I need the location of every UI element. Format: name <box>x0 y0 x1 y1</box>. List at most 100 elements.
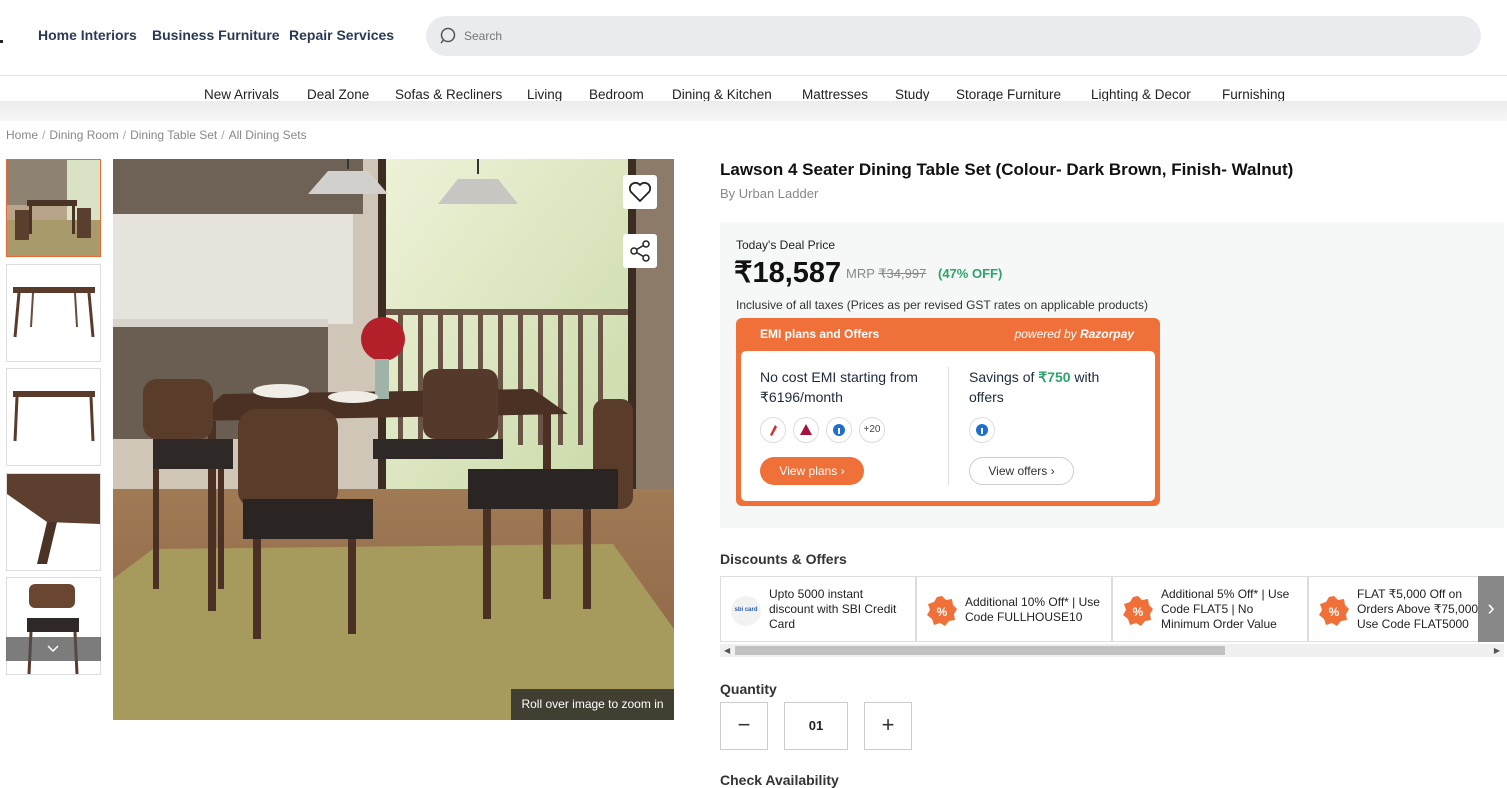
bank-logo-2 <box>793 417 819 443</box>
offers-next-button[interactable]: › <box>1478 576 1504 642</box>
view-plans-button[interactable]: View plans › <box>760 457 864 485</box>
nav-home-interiors[interactable]: Home Interiors <box>38 27 137 43</box>
mrp-value: ₹34,997 <box>878 266 927 281</box>
breadcrumb-dining-table-set[interactable]: Dining Table Set <box>130 128 217 142</box>
emi-offers-card: EMI plans and Offers powered by Razorpay… <box>736 318 1160 506</box>
thumbnail-2[interactable] <box>6 264 101 362</box>
chevron-right-icon: › <box>1487 595 1495 620</box>
mrp-price: MRP ₹34,997 <box>846 266 926 282</box>
bank-icon <box>800 424 812 435</box>
bank-icon <box>833 424 845 436</box>
view-plans-label: View plans <box>779 464 838 478</box>
category-underline-band <box>0 101 1507 121</box>
razorpay-logo: Razorpay <box>1079 327 1134 341</box>
thumbnail-4[interactable] <box>6 473 101 571</box>
scroll-right-icon[interactable]: ▶ <box>1494 644 1500 657</box>
category-mattresses[interactable]: Mattresses <box>802 87 868 101</box>
quantity-label: Quantity <box>720 681 777 697</box>
powered-by-label: powered by <box>1014 327 1077 341</box>
main-product-image[interactable] <box>113 159 674 720</box>
thumbnail-table-front-image <box>13 391 95 442</box>
thumbnail-3[interactable] <box>6 368 101 466</box>
breadcrumb: Home / Dining Room / Dining Table Set / All Di… <box>6 128 307 142</box>
bank-logo-1 <box>760 417 786 443</box>
emi-heading: EMI plans and Offers <box>760 327 880 341</box>
category-furnishing[interactable]: Furnishing <box>1222 87 1285 101</box>
emi-details: No cost EMI starting from ₹6196/month +2… <box>741 351 1155 501</box>
product-title: Lawson 4 Seater Dining Table Set (Colour… <box>720 160 1294 179</box>
discount-badge-icon: % <box>927 596 957 626</box>
zoom-hint: Roll over image to zoom in <box>511 689 674 720</box>
offer-card-2[interactable]: % Additional 10% Off* | Use Code FULLHOU… <box>916 576 1112 642</box>
emi-plans-column: No cost EMI starting from ₹6196/month +2… <box>741 351 948 501</box>
product-brand[interactable]: By Urban Ladder <box>720 186 818 201</box>
offers-carousel: sbi card Upto 5000 instant discount with… <box>720 576 1504 642</box>
chevron-right-icon: › <box>840 464 845 478</box>
offer-text: Upto 5000 instant discount with SBI Cred… <box>769 587 897 631</box>
thumbnail-dining-room-image <box>7 160 100 256</box>
category-sofas-recliners[interactable]: Sofas & Recliners <box>395 87 502 101</box>
sbi-card-badge: sbi card <box>734 607 758 613</box>
savings-suffix: with <box>1074 369 1100 385</box>
bank-icon <box>976 424 988 436</box>
search-icon <box>440 27 456 44</box>
emi-line-1: No cost EMI starting from <box>760 369 918 385</box>
svg-text:%: % <box>1133 605 1144 619</box>
category-dining-kitchen[interactable]: Dining & Kitchen <box>672 87 772 101</box>
chevron-right-icon: › <box>1050 464 1055 478</box>
savings-text: Savings of ₹750 with offers <box>969 367 1099 407</box>
logo[interactable] <box>0 40 3 43</box>
offer-text: Additional 5% Off* | Use Code FLAT5 | No… <box>1161 587 1290 631</box>
discount-badge-icon: % <box>1123 596 1153 626</box>
share-button[interactable] <box>623 234 657 268</box>
offer-card-4[interactable]: % FLAT ₹5,000 Off on Orders Above ₹75,00… <box>1308 576 1504 642</box>
thumbnail-scroll-down-button[interactable] <box>6 637 101 661</box>
nav-repair-services[interactable]: Repair Services <box>289 27 394 43</box>
mrp-label: MRP <box>846 266 875 281</box>
chevron-down-icon <box>47 645 59 653</box>
breadcrumb-current: All Dining Sets <box>228 128 307 142</box>
scroll-left-icon[interactable]: ◀ <box>724 644 730 657</box>
category-nav: New Arrivals Deal Zone Sofas & Recliners… <box>0 77 1507 101</box>
offers-scrollbar[interactable]: ◀ ▶ <box>720 644 1504 657</box>
deal-price: ₹18,587 <box>734 257 842 289</box>
nav-business-furniture[interactable]: Business Furniture <box>152 27 280 43</box>
category-new-arrivals[interactable]: New Arrivals <box>204 87 279 101</box>
offer-card-1[interactable]: sbi card Upto 5000 instant discount with… <box>720 576 916 642</box>
more-banks-badge: +20 <box>859 417 885 443</box>
discount-badge-icon: % <box>1319 596 1349 626</box>
deal-price-label: Today's Deal Price <box>736 238 835 252</box>
thumbnail-1[interactable] <box>6 159 101 257</box>
breadcrumb-dining-room[interactable]: Dining Room <box>49 128 118 142</box>
category-deal-zone[interactable]: Deal Zone <box>307 87 369 101</box>
bank-icon <box>770 425 777 436</box>
svg-text:%: % <box>1329 605 1340 619</box>
category-living[interactable]: Living <box>527 87 562 101</box>
no-cost-emi-text: No cost EMI starting from ₹6196/month <box>760 367 918 407</box>
quantity-increase-button[interactable]: + <box>864 702 912 750</box>
top-header: Home Interiors Business Furniture Repair… <box>0 0 1507 76</box>
breadcrumb-home[interactable]: Home <box>6 128 38 142</box>
savings-line-2: offers <box>969 389 1004 405</box>
scrollbar-thumb[interactable] <box>735 646 1225 655</box>
check-availability-heading: Check Availability <box>720 772 839 788</box>
emi-monthly: ₹6196/month <box>760 389 843 405</box>
category-storage-furniture[interactable]: Storage Furniture <box>956 87 1061 101</box>
dining-set-photo <box>113 159 674 720</box>
wishlist-button[interactable] <box>623 175 657 209</box>
thumbnail-table-side-image <box>13 287 95 338</box>
thumbnail-wood-detail-image <box>7 474 100 564</box>
offer-card-3[interactable]: % Additional 5% Off* | Use Code FLAT5 | … <box>1112 576 1308 642</box>
search-bar[interactable] <box>426 16 1481 56</box>
view-offers-button[interactable]: View offers › <box>969 457 1074 485</box>
offer-bank-logo <box>969 417 995 443</box>
search-input[interactable] <box>464 24 1444 48</box>
category-study[interactable]: Study <box>895 87 930 101</box>
share-icon <box>630 240 650 262</box>
category-bedroom[interactable]: Bedroom <box>589 87 644 101</box>
quantity-value[interactable]: 01 <box>784 702 848 750</box>
category-lighting-decor[interactable]: Lighting & Decor <box>1091 87 1191 101</box>
bank-logo-3 <box>826 417 852 443</box>
offers-title: Discounts & Offers <box>720 551 847 567</box>
quantity-decrease-button[interactable]: − <box>720 702 768 750</box>
